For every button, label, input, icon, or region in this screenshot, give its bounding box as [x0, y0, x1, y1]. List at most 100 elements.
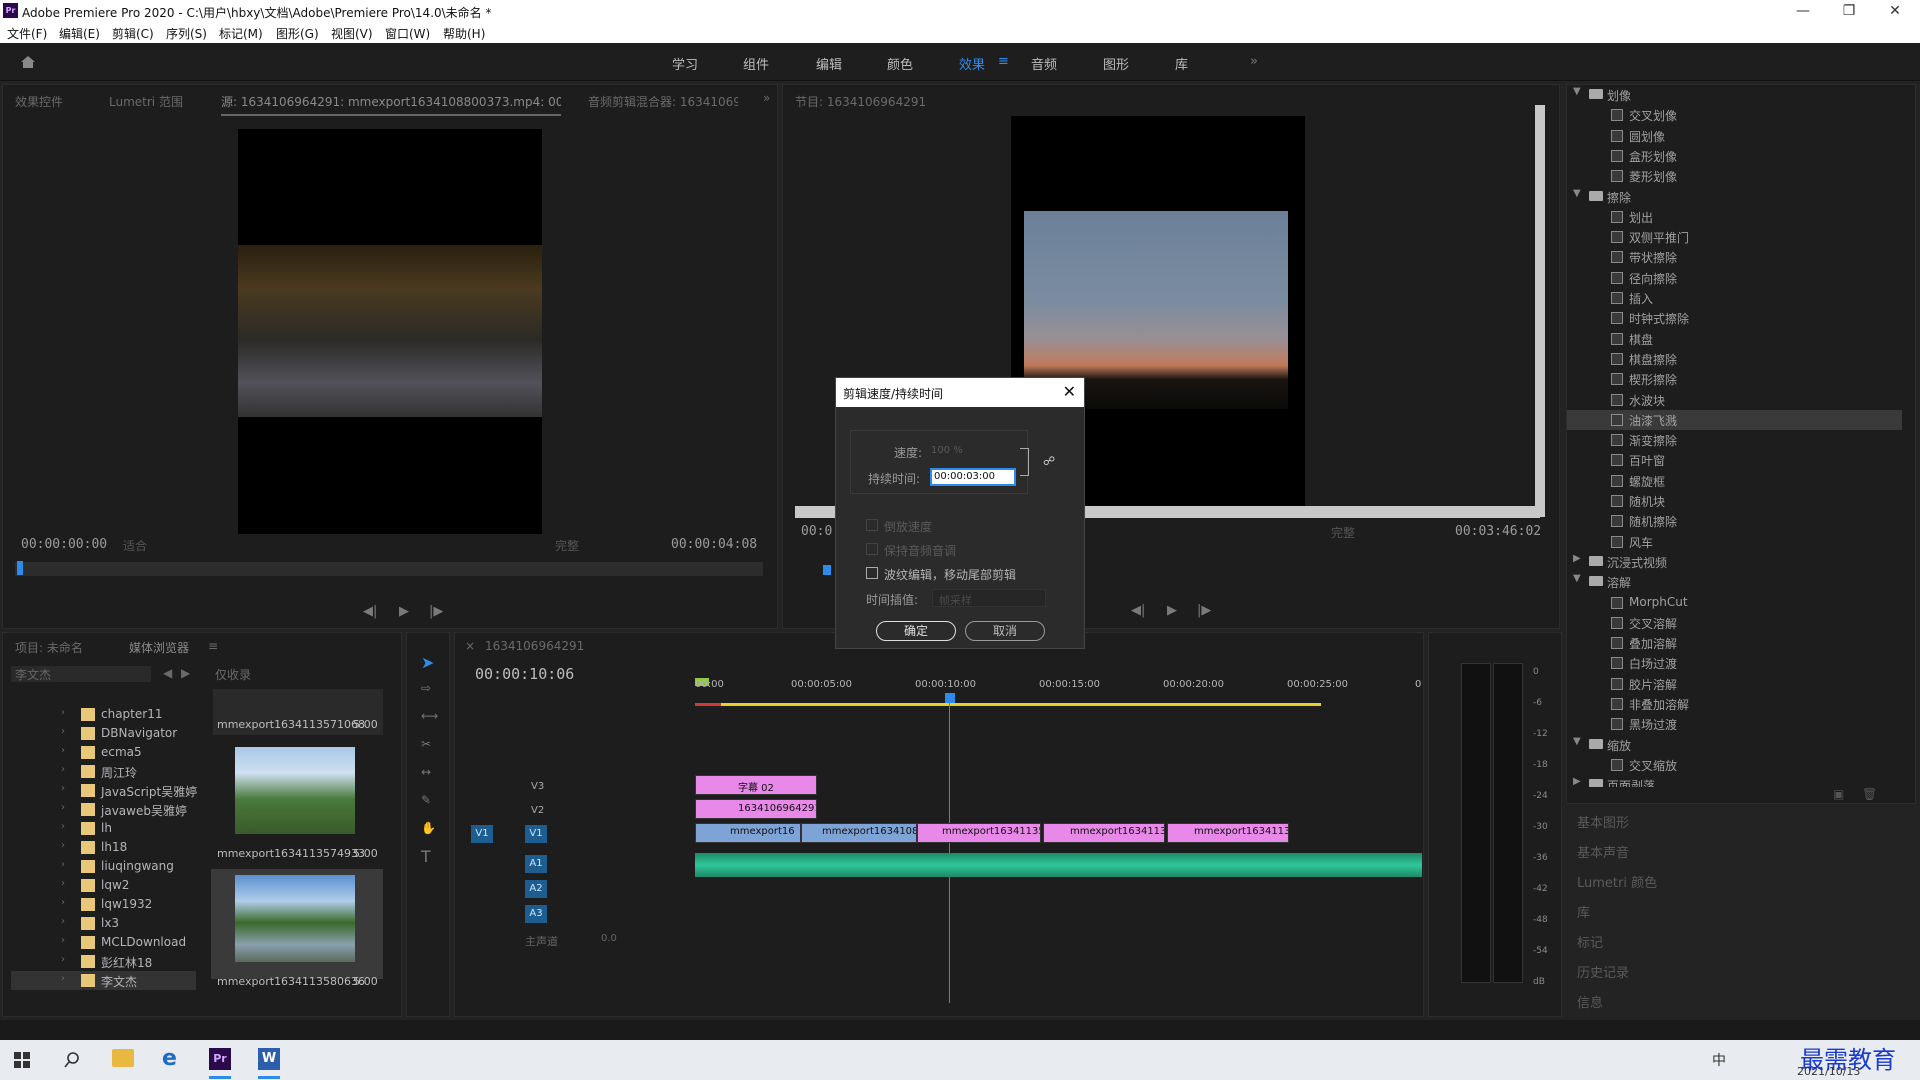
clip-v1-2[interactable]: mmexport163411355 — [917, 823, 1041, 843]
folder-expand-icon[interactable]: › — [61, 878, 65, 889]
pen-tool-icon[interactable]: ✎ — [421, 793, 431, 807]
more-workspaces-icon[interactable]: » — [1250, 54, 1258, 69]
workspace-menu-icon[interactable]: ≡ — [998, 54, 1009, 69]
effect-item[interactable]: 叠加溶解 — [1567, 633, 1902, 653]
source-playhead[interactable] — [17, 561, 23, 575]
folder-expand-icon[interactable]: › — [61, 859, 65, 870]
selection-tool-icon[interactable]: ➤ — [421, 653, 434, 672]
source-step-forward-icon[interactable]: |▶ — [429, 604, 443, 619]
edge-icon[interactable]: e — [162, 1048, 184, 1070]
effect-item[interactable]: 盒形划像 — [1567, 146, 1902, 166]
folder-row[interactable]: › ecma5 — [11, 743, 196, 762]
effect-item[interactable]: 双侧平推门 — [1567, 227, 1902, 247]
menu-marker[interactable]: 标记(M) — [219, 25, 263, 42]
folder-expand-icon[interactable]: › — [61, 802, 65, 813]
folder-expand-icon[interactable]: › — [61, 764, 65, 775]
folder-chevron-icon[interactable]: ▶ — [1573, 553, 1581, 564]
folder-row[interactable]: › JavaScript吴雅婷 — [11, 781, 197, 800]
workspace-tab-graphics[interactable]: 图形 — [1103, 54, 1129, 73]
panel-history[interactable]: 历史记录 — [1577, 962, 1629, 981]
source-video-frame[interactable] — [238, 129, 542, 534]
effect-item[interactable]: 油漆飞溅 — [1567, 409, 1902, 430]
folder-row[interactable]: › lqw1932 — [11, 895, 196, 914]
ime-indicator[interactable]: 中 — [1712, 1050, 1726, 1070]
slip-tool-icon[interactable]: ↔ — [421, 765, 431, 779]
folder-row[interactable]: › MCLDownload — [11, 933, 196, 952]
track-target-a1[interactable]: A1 — [525, 855, 547, 873]
premiere-taskbar-icon[interactable]: Pr — [209, 1048, 231, 1070]
folder-row[interactable]: › javaweb吴雅婷 — [11, 800, 196, 819]
new-bin-icon[interactable]: ▣ — [1833, 787, 1844, 801]
ok-button[interactable]: 确定 — [876, 621, 956, 641]
track-label-v3[interactable]: V3 — [531, 781, 544, 792]
panel-overflow-icon[interactable]: » — [763, 91, 770, 105]
time-interp-dropdown[interactable]: 帧采样 — [932, 589, 1046, 607]
timeline-close-icon[interactable]: × — [465, 639, 475, 653]
work-area-bar[interactable] — [721, 703, 1321, 706]
menu-file[interactable]: 文件(F) — [7, 25, 47, 42]
hand-tool-icon[interactable]: ✋ — [421, 821, 436, 835]
workspace-tab-color[interactable]: 颜色 — [887, 54, 913, 73]
effect-item[interactable]: 棋盘 — [1567, 329, 1902, 349]
folder-row[interactable]: › lx3 — [11, 914, 196, 933]
reverse-speed-checkbox[interactable] — [866, 519, 878, 531]
track-target-v1[interactable]: V1 — [525, 825, 547, 843]
effect-item[interactable]: MorphCut — [1567, 593, 1902, 613]
effect-item[interactable]: 径向擦除 — [1567, 268, 1902, 288]
folder-expand-icon[interactable]: › — [61, 935, 65, 946]
effects-folder[interactable]: ▼ 擦除 — [1567, 187, 1902, 207]
windows-start-icon[interactable] — [14, 1052, 30, 1068]
folder-expand-icon[interactable]: › — [61, 954, 65, 965]
effect-item[interactable]: 圆划像 — [1567, 126, 1902, 146]
source-fit-dropdown[interactable]: 适合 — [123, 537, 147, 554]
effects-folder[interactable]: ▶ 页面剥落 — [1567, 775, 1902, 787]
tab-media-browser[interactable]: 媒体浏览器 — [129, 639, 189, 656]
folder-chevron-icon[interactable]: ▼ — [1573, 736, 1581, 747]
search-icon[interactable] — [64, 1052, 80, 1068]
effect-item[interactable]: 非叠加溶解 — [1567, 694, 1902, 714]
workspace-tab-assembly[interactable]: 组件 — [743, 54, 769, 73]
menu-window[interactable]: 窗口(W) — [385, 25, 430, 42]
ingest-checkbox-label[interactable]: 仅收录 — [215, 666, 251, 683]
effect-item[interactable]: 划出 — [1567, 207, 1902, 227]
word-taskbar-icon[interactable]: W — [258, 1048, 280, 1070]
menu-view[interactable]: 视图(V) — [331, 25, 373, 42]
master-track-value[interactable]: 0.0 — [601, 933, 617, 944]
effect-item[interactable]: 风车 — [1567, 532, 1902, 552]
clip-v3-title[interactable]: 字幕 02 — [695, 775, 817, 795]
effect-item[interactable]: 时钟式擦除 — [1567, 308, 1902, 328]
clip-v2[interactable]: 1634106964291 — [695, 799, 817, 819]
type-tool-icon[interactable]: T — [421, 847, 431, 866]
tab-audio-clip-mixer[interactable]: 音频剪辑混合器: 16341069( — [588, 93, 738, 110]
program-step-back-icon[interactable]: ◀| — [1131, 603, 1145, 618]
workspace-tab-audio[interactable]: 音频 — [1031, 54, 1057, 73]
cancel-button[interactable]: 取消 — [965, 621, 1045, 641]
effect-item[interactable]: 带状擦除 — [1567, 247, 1902, 267]
effect-item[interactable]: 棋盘擦除 — [1567, 349, 1902, 369]
program-quality-dropdown[interactable]: 完整 — [1331, 524, 1355, 541]
effects-folder[interactable]: ▼ 划像 — [1567, 85, 1902, 105]
maximize-icon[interactable]: ❐ — [1826, 0, 1872, 22]
effect-item[interactable]: 交叉溶解 — [1567, 613, 1902, 633]
menu-edit[interactable]: 编辑(E) — [59, 25, 100, 42]
menu-graphics[interactable]: 图形(G) — [276, 25, 319, 42]
menu-sequence[interactable]: 序列(S) — [166, 25, 207, 42]
ripple-edit-checkbox[interactable] — [866, 567, 878, 579]
clip-v1-0[interactable]: mmexport16 — [695, 823, 801, 843]
effect-item[interactable]: 百叶窗 — [1567, 450, 1902, 470]
panel-menu-icon[interactable]: ≡ — [208, 639, 218, 653]
panel-markers[interactable]: 标记 — [1577, 932, 1603, 951]
folder-expand-icon[interactable]: › — [61, 726, 65, 737]
source-scrub-bar[interactable] — [15, 562, 763, 576]
timeline-sequence-tab[interactable]: 1634106964291 — [485, 639, 584, 653]
folder-expand-icon[interactable]: › — [61, 783, 65, 794]
folder-row[interactable]: › DBNavigator — [11, 724, 196, 743]
folder-chevron-icon[interactable]: ▼ — [1573, 188, 1581, 199]
clip-a1-audio[interactable] — [695, 853, 1422, 877]
source-timecode-current[interactable]: 00:00:00:00 — [21, 537, 107, 552]
program-timecode-current[interactable]: 00:0 — [801, 524, 832, 539]
effect-item[interactable]: 螺旋框 — [1567, 471, 1902, 491]
folder-expand-icon[interactable]: › — [61, 973, 65, 984]
ripple-edit-tool-icon[interactable]: ⟷ — [421, 709, 438, 723]
home-icon[interactable] — [20, 55, 36, 69]
